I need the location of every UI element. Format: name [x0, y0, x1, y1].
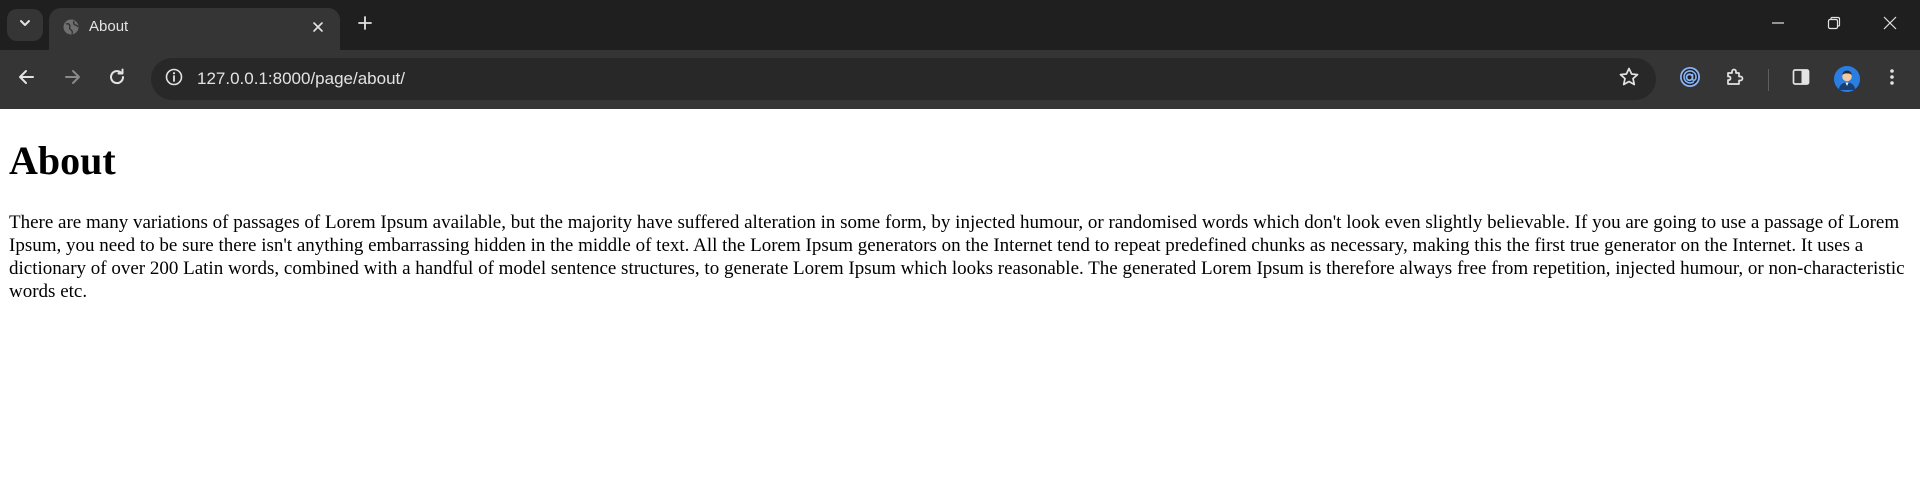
profile-button[interactable] — [1829, 61, 1865, 97]
info-icon — [164, 67, 184, 92]
address-bar[interactable]: 127.0.0.1:8000/page/about/ — [151, 58, 1656, 100]
toolbar-divider — [1768, 69, 1769, 91]
extensions-button[interactable] — [1717, 61, 1753, 97]
page-content: About There are many variations of passa… — [0, 109, 1920, 488]
kebab-menu-icon — [1882, 67, 1902, 92]
arrow-left-icon — [17, 67, 37, 92]
close-icon — [1883, 16, 1897, 35]
reload-button[interactable] — [99, 61, 135, 97]
tab-title: About — [89, 18, 129, 35]
extension-at-button[interactable] — [1672, 61, 1708, 97]
close-window-button[interactable] — [1862, 0, 1918, 50]
bookmark-button[interactable] — [1614, 64, 1644, 94]
close-icon[interactable] — [308, 17, 328, 37]
tab-about[interactable]: About — [49, 8, 340, 50]
url-text[interactable]: 127.0.0.1:8000/page/about/ — [197, 58, 405, 100]
page-title: About — [9, 138, 116, 183]
forward-button[interactable] — [54, 61, 90, 97]
menu-button[interactable] — [1874, 61, 1910, 97]
globe-icon — [61, 17, 81, 37]
side-panel-button[interactable] — [1783, 61, 1819, 97]
tab-search-button[interactable] — [7, 9, 43, 41]
browser-chrome: About 127.0.0.1:8000/page/about/ — [0, 0, 1920, 109]
at-sign-icon — [1678, 65, 1702, 94]
star-icon — [1618, 66, 1640, 93]
minimize-button[interactable] — [1750, 0, 1806, 50]
minimize-icon — [1771, 16, 1785, 35]
toolbar: 127.0.0.1:8000/page/about/ — [0, 50, 1920, 109]
puzzle-icon — [1724, 66, 1746, 93]
site-info-button[interactable] — [159, 64, 189, 94]
back-button[interactable] — [9, 61, 45, 97]
reload-icon — [107, 67, 127, 92]
chevron-down-icon — [18, 16, 32, 35]
body-paragraph: There are many variations of passages of… — [9, 212, 1905, 302]
tab-strip: About — [0, 0, 1920, 50]
new-tab-button[interactable] — [350, 10, 380, 40]
restore-button[interactable] — [1806, 0, 1862, 50]
plus-icon — [357, 15, 373, 36]
avatar — [1834, 66, 1860, 92]
side-panel-icon — [1791, 67, 1811, 92]
arrow-right-icon — [62, 67, 82, 92]
restore-icon — [1827, 16, 1841, 35]
